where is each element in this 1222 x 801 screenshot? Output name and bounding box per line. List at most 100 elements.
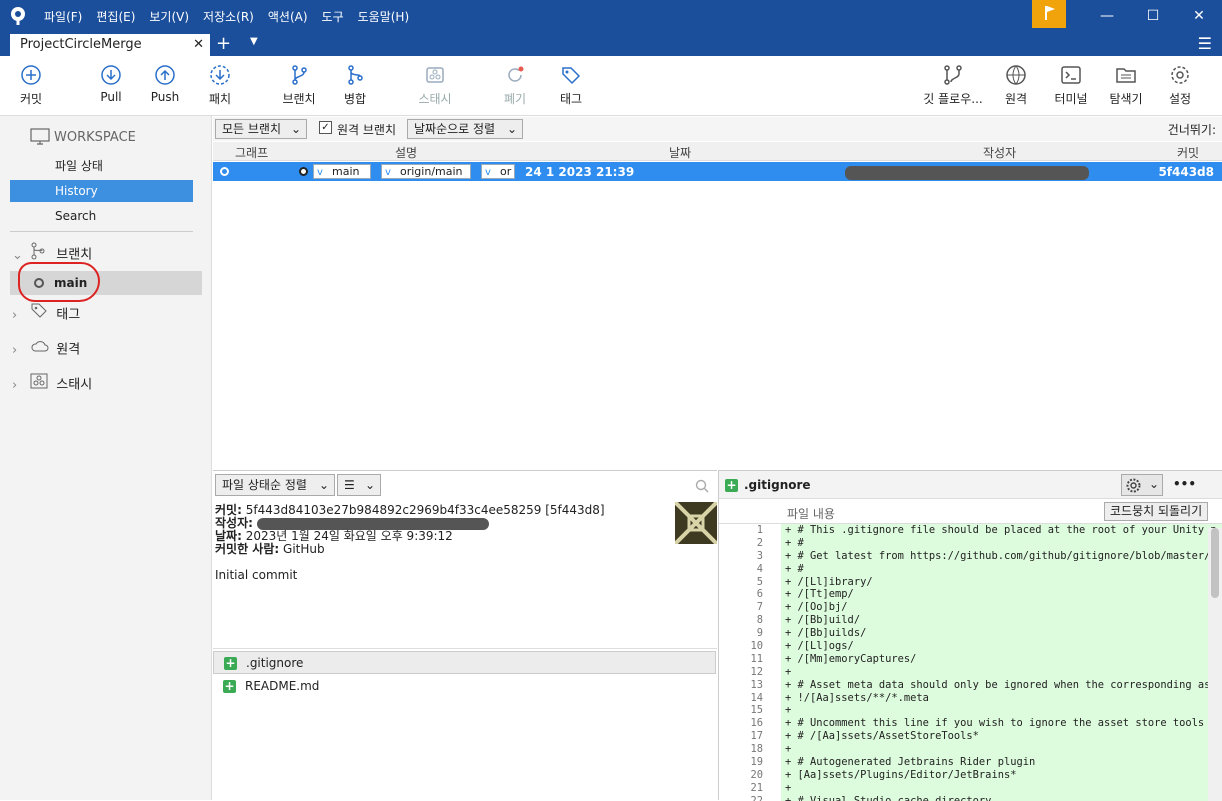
settings-button[interactable]: 설정 (1166, 64, 1194, 107)
tag-label: 태그 (559, 92, 583, 106)
avatar (675, 502, 717, 544)
remotes-label: 원격 (56, 342, 81, 358)
list-view-dropdown[interactable]: ☰ ⌄ (337, 474, 381, 496)
column-graph[interactable]: 그래프 (235, 144, 268, 161)
sidebar-item-search[interactable]: Search (10, 205, 193, 227)
diff-options-button[interactable]: ⌄ (1121, 474, 1163, 496)
merge-label: 병합 (343, 92, 367, 106)
explorer-button[interactable]: 탐색기 (1106, 64, 1146, 107)
added-file-icon: + (224, 656, 237, 670)
menu-edit[interactable]: 편집(E) (96, 8, 135, 25)
tag-icon (30, 302, 52, 328)
graph-node-icon (220, 167, 229, 176)
maximize-button[interactable]: ☐ (1130, 0, 1176, 32)
redacted-author (845, 166, 1089, 180)
column-commit[interactable]: 커밋 (1177, 144, 1199, 161)
sidebar-group-branches[interactable]: ⌄ 브랜치 (12, 242, 92, 264)
branch-chip-origin-main: ⅴ origin/main (381, 164, 471, 179)
commit-hash-label: 커밋: (215, 503, 242, 517)
diff-scrollbar[interactable] (1208, 528, 1222, 801)
diff-panel: + .gitignore ⌄ ••• 파일 내용 코드뭉치 되돌리기 1 + # … (718, 470, 1222, 801)
remote-branches-checkbox[interactable]: ✓ (319, 121, 332, 134)
sidebar-item-history[interactable]: History (10, 180, 193, 202)
close-tab-icon[interactable]: ✕ (193, 34, 204, 56)
line-content: + [Aa]ssets/Plugins/Editor/JetBrains* (781, 768, 1222, 782)
close-window-button[interactable]: ✕ (1176, 0, 1222, 32)
remote-label: 원격 (1004, 92, 1028, 106)
line-content: + /[Oo]bj/ (781, 601, 1222, 615)
new-tab-button[interactable]: + (216, 34, 231, 54)
file-sort-dropdown[interactable]: 파일 상태순 정렬 ⌄ (215, 474, 335, 496)
column-date[interactable]: 날짜 (669, 144, 691, 161)
menu-repository[interactable]: 저장소(R) (203, 8, 254, 25)
git-flow-button[interactable]: 깃 플로우... (920, 64, 986, 107)
minimize-button[interactable]: — (1084, 0, 1130, 32)
push-icon (155, 65, 175, 85)
commit-button[interactable]: 커밋 (14, 64, 48, 107)
tab-dropdown-icon[interactable]: ▼ (250, 36, 258, 47)
line-number: 11 (750, 652, 763, 665)
line-number: 3 (756, 549, 763, 562)
menu-file[interactable]: 파일(F) (44, 8, 82, 25)
line-number: 8 (756, 614, 763, 627)
more-options-icon[interactable]: ••• (1173, 477, 1196, 491)
sort-order-dropdown[interactable]: 날짜순으로 정렬 ⌄ (407, 119, 523, 139)
scrollbar-thumb[interactable] (1211, 528, 1219, 598)
branch-button[interactable]: 브랜치 (280, 64, 318, 107)
line-content: + # This .gitignore file should be place… (781, 524, 1222, 537)
files-divider (213, 648, 717, 649)
revert-hunk-button[interactable]: 코드뭉치 되돌리기 (1104, 502, 1209, 521)
notification-flag-button[interactable] (1032, 0, 1066, 28)
sort-order-label: 날짜순으로 정렬 (414, 122, 496, 136)
sidebar-group-remotes[interactable]: › 원격 (12, 338, 80, 360)
jump-to-label: 건너뛰기: (1167, 123, 1216, 137)
menu-view[interactable]: 보기(V) (149, 8, 189, 25)
file-row[interactable]: + README.md (213, 675, 716, 698)
diff-line: 11 + /[Mm]emoryCaptures/ (719, 652, 1222, 666)
pull-button[interactable]: Pull (96, 64, 126, 104)
line-content: + # (781, 562, 1222, 576)
added-file-icon: + (725, 478, 738, 492)
stash-button[interactable]: 스태시 (414, 64, 456, 107)
line-content: + !/[Aa]ssets/**/*.meta (781, 691, 1222, 705)
discard-button[interactable]: 폐기 (500, 64, 530, 107)
line-number: 16 (750, 717, 763, 730)
menu-help[interactable]: 도움말(H) (358, 8, 410, 25)
line-number: 17 (750, 730, 763, 743)
sidebar-group-stashes[interactable]: › 스태시 (12, 373, 92, 395)
merge-button[interactable]: 병합 (340, 64, 370, 107)
remote-button[interactable]: 원격 (1002, 64, 1030, 107)
line-content: + /[Bb]uilds/ (781, 627, 1222, 641)
date-value: 2023년 1월 24일 화요일 오후 9:39:12 (245, 529, 453, 543)
branch-label: 브랜치 (282, 92, 316, 106)
all-branches-dropdown[interactable]: 모든 브랜치 ⌄ (215, 119, 307, 139)
line-content: + # /[Aa]ssets/AssetStoreTools* (781, 730, 1222, 744)
terminal-button[interactable]: 터미널 (1052, 64, 1090, 107)
repo-tab[interactable]: ProjectCircleMerge ✕ (10, 34, 210, 56)
repo-tab-title: ProjectCircleMerge (20, 37, 142, 52)
stashes-label: 스태시 (56, 377, 93, 393)
column-description[interactable]: 설명 (395, 144, 417, 161)
menu-tools[interactable]: 도구 (322, 8, 344, 25)
author-label: 작성자: (215, 516, 253, 530)
commit-row[interactable]: ⅴ main ⅴ origin/main ⅴ or 24 1 2023 21:39 5… (213, 162, 1222, 181)
git-flow-icon (944, 65, 962, 85)
line-number: 10 (750, 640, 763, 653)
tag-button[interactable]: 태그 (556, 64, 586, 107)
column-author[interactable]: 작성자 (983, 144, 1016, 161)
line-number: 15 (750, 704, 763, 717)
file-row[interactable]: + .gitignore (213, 651, 716, 674)
hamburger-menu-icon[interactable]: ☰ (1198, 34, 1212, 53)
diff-line: 4 + # (719, 562, 1222, 576)
fetch-button[interactable]: 패치 (206, 64, 234, 107)
search-icon[interactable] (695, 479, 709, 493)
diff-line: 22 + # Visual Studio cache directory (719, 794, 1222, 801)
push-button[interactable]: Push (150, 64, 180, 104)
line-number: 20 (750, 768, 763, 781)
fetch-icon (210, 65, 230, 85)
sidebar-item-file-status[interactable]: 파일 상태 (10, 155, 193, 177)
tags-label: 태그 (56, 307, 81, 323)
diff-line: 15 + (719, 704, 1222, 718)
sidebar-group-tags[interactable]: › 태그 (12, 302, 80, 324)
menu-actions[interactable]: 액션(A) (268, 8, 308, 25)
